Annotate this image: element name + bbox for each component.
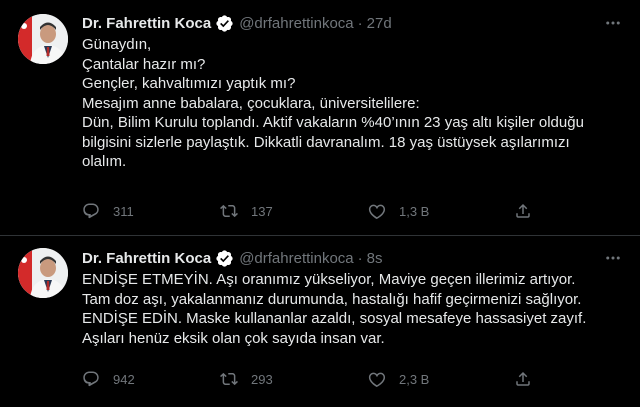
- tweet-line: Çantalar hazır mı?: [82, 55, 206, 73]
- retweet-button[interactable]: 293: [220, 370, 368, 388]
- author-handle[interactable]: @drfahrettinkoca: [239, 15, 353, 32]
- reply-count: 311: [113, 203, 134, 219]
- retweet-icon: [220, 204, 238, 218]
- tweet-line: Dün, Bilim Kurulu toplandı. Aktif vakala…: [82, 114, 584, 131]
- more-icon[interactable]: [604, 14, 622, 37]
- like-button[interactable]: 2,3 B: [368, 370, 514, 388]
- avatar[interactable]: [18, 248, 68, 298]
- retweet-button[interactable]: 137: [220, 202, 368, 220]
- tweet-line: Aşıları henüz eksik olan çok sayıda insa…: [82, 329, 385, 347]
- tweet-line: Günaydın,: [82, 36, 152, 53]
- tweet-line: Mesajım anne babalara, çocuklara, üniver…: [82, 94, 420, 112]
- tweet-line: ENDİŞE ETMEYİN. Aşı oranımız yükseliyor,…: [82, 271, 576, 288]
- author-name[interactable]: Dr. Fahrettin Koca: [82, 250, 211, 267]
- tweet-line: ENDİŞE EDİN. Maske kullananlar azaldı, s…: [82, 310, 587, 327]
- avatar[interactable]: [18, 14, 68, 64]
- like-icon: [368, 372, 386, 388]
- tweet-header: Dr. Fahrettin Koca @drfahrettinkoca · 8s: [82, 247, 622, 269]
- reply-count: 942: [113, 371, 135, 387]
- tweet-line: Gençler, kahvaltımızı yaptık mı?: [82, 75, 296, 92]
- share-icon: [516, 371, 530, 386]
- reply-button[interactable]: 942: [82, 370, 220, 388]
- timestamp[interactable]: 8s: [367, 250, 383, 267]
- retweet-icon: [220, 372, 238, 386]
- tweet-line: Tam doz aşı, yakalanmanız durumunda, has…: [82, 290, 582, 308]
- separator-dot: ·: [357, 14, 363, 32]
- tweet-text: Günaydın, Çantalar hazır mı? Gençler, ka…: [82, 35, 622, 172]
- like-icon: [368, 204, 386, 220]
- like-button[interactable]: 1,3 B: [368, 202, 514, 220]
- share-button[interactable]: [514, 370, 545, 388]
- reply-button[interactable]: 311: [82, 202, 220, 220]
- reply-icon: [83, 371, 99, 387]
- share-button[interactable]: [514, 202, 545, 220]
- more-icon[interactable]: [604, 249, 622, 272]
- tweet-line: bilgisini sizlerle paylaştık. Dikkatli d…: [82, 133, 570, 151]
- retweet-count: 293: [251, 371, 273, 387]
- verified-badge-icon: [215, 14, 234, 33]
- tweet[interactable]: Dr. Fahrettin Koca @drfahrettinkoca · 27…: [0, 0, 640, 235]
- author-name[interactable]: Dr. Fahrettin Koca: [82, 15, 211, 32]
- separator-dot: ·: [357, 249, 363, 267]
- timestamp[interactable]: 27d: [367, 15, 392, 32]
- tweet-actions: 942 293 2,3 B: [82, 370, 552, 388]
- author-handle[interactable]: @drfahrettinkoca: [239, 250, 353, 267]
- like-count: 2,3 B: [399, 371, 430, 387]
- retweet-count: 137: [251, 203, 273, 219]
- reply-icon: [83, 203, 99, 219]
- tweet-actions: 311 137 1,3 B: [82, 202, 552, 220]
- verified-badge-icon: [215, 249, 234, 268]
- tweet-text: ENDİŞE ETMEYİN. Aşı oranımız yükseliyor,…: [82, 270, 622, 348]
- share-icon: [516, 203, 530, 218]
- like-count: 1,3 B: [399, 203, 430, 219]
- tweet[interactable]: Dr. Fahrettin Koca @drfahrettinkoca · 8s…: [0, 235, 640, 407]
- tweet-header: Dr. Fahrettin Koca @drfahrettinkoca · 27…: [82, 12, 622, 34]
- tweet-line: olalım.: [82, 153, 127, 170]
